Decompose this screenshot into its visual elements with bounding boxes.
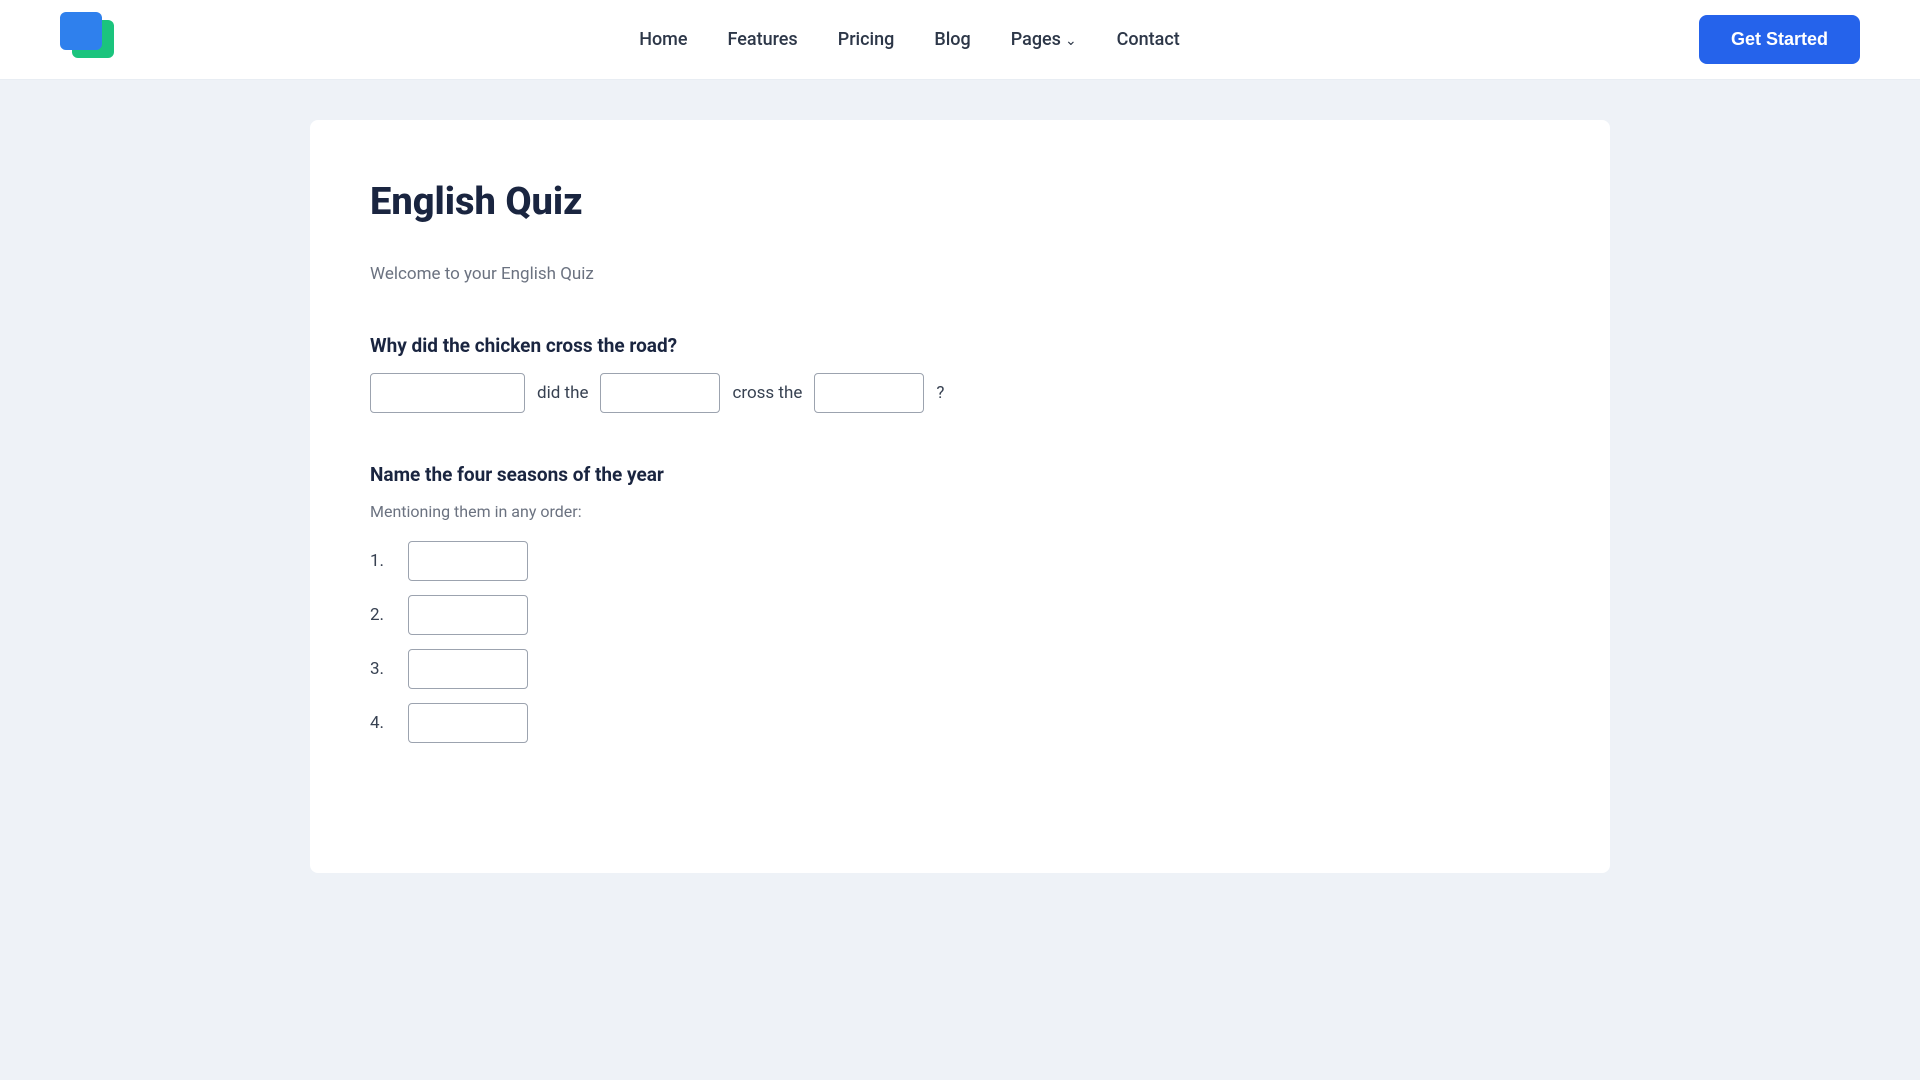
nav-pricing[interactable]: Pricing — [838, 29, 895, 50]
content-card: English Quiz Welcome to your English Qui… — [310, 120, 1610, 873]
season-input-4[interactable] — [408, 703, 528, 743]
nav-blog[interactable]: Blog — [934, 29, 970, 50]
get-started-button[interactable]: Get Started — [1699, 15, 1860, 64]
question-1-label: Why did the chicken cross the road? — [370, 334, 1550, 357]
nav-features[interactable]: Features — [728, 29, 798, 50]
page-title: English Quiz — [370, 180, 1550, 224]
list-item: 4. — [370, 703, 1550, 743]
fill-in-blank-row: did the cross the ? — [370, 373, 1550, 413]
question-mark: ? — [936, 383, 944, 403]
list-number-4: 4. — [370, 713, 394, 733]
welcome-text: Welcome to your English Quiz — [370, 264, 1550, 284]
list-number-1: 1. — [370, 551, 394, 571]
nav: Home Features Pricing Blog Pages ⌄ Conta… — [639, 29, 1180, 50]
question-2-note: Mentioning them in any order: — [370, 502, 1550, 521]
header: Home Features Pricing Blog Pages ⌄ Conta… — [0, 0, 1920, 80]
logo — [60, 12, 120, 67]
season-input-1[interactable] — [408, 541, 528, 581]
seasons-list: 1. 2. 3. 4. — [370, 541, 1550, 743]
season-input-3[interactable] — [408, 649, 528, 689]
nav-pages-dropdown[interactable]: Pages ⌄ — [1011, 29, 1077, 50]
season-input-2[interactable] — [408, 595, 528, 635]
blank-text-1: did the — [537, 383, 588, 403]
main-content: English Quiz Welcome to your English Qui… — [0, 80, 1920, 873]
nav-pages-label: Pages — [1011, 29, 1061, 50]
list-number-2: 2. — [370, 605, 394, 625]
list-item: 1. — [370, 541, 1550, 581]
list-item: 2. — [370, 595, 1550, 635]
list-number-3: 3. — [370, 659, 394, 679]
question-2-label: Name the four seasons of the year — [370, 463, 1550, 486]
chevron-down-icon: ⌄ — [1065, 33, 1077, 49]
blank-text-2: cross the — [732, 383, 802, 403]
blank-input-2[interactable] — [600, 373, 720, 413]
logo-icon — [60, 12, 120, 67]
blank-input-1[interactable] — [370, 373, 525, 413]
blank-input-3[interactable] — [814, 373, 924, 413]
nav-home[interactable]: Home — [639, 29, 687, 50]
question-2-section: Name the four seasons of the year Mentio… — [370, 463, 1550, 743]
question-1-section: Why did the chicken cross the road? did … — [370, 334, 1550, 413]
logo-front-rect — [60, 12, 102, 50]
list-item: 3. — [370, 649, 1550, 689]
nav-contact[interactable]: Contact — [1117, 29, 1180, 50]
